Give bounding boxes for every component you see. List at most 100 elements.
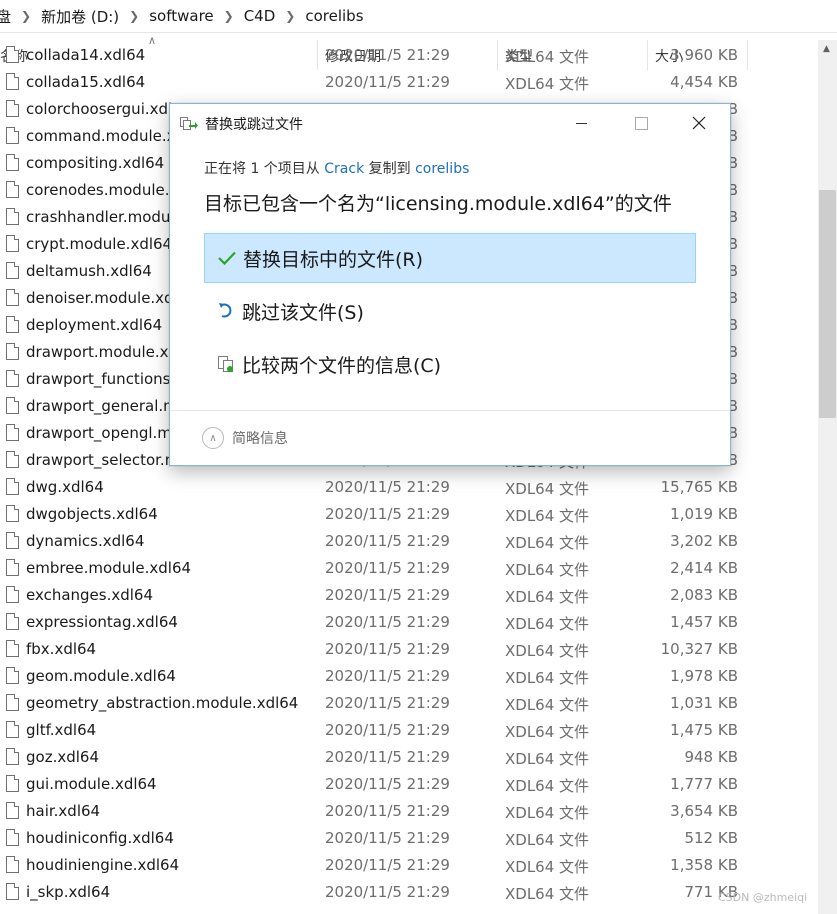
copy-files-icon xyxy=(180,117,198,130)
file-type: XDL64 文件 xyxy=(505,696,590,714)
file-name: collada14.xdl64 xyxy=(26,46,146,64)
close-icon xyxy=(692,116,706,130)
breadcrumb-this-pc[interactable]: 盘 xyxy=(0,6,13,27)
file-size: 1,978 KB xyxy=(670,667,738,685)
conflict-headline: 目标已包含一个名为“licensing.module.xdl64”的文件 xyxy=(204,193,672,215)
file-icon xyxy=(6,721,19,738)
file-icon xyxy=(6,640,19,657)
file-row[interactable]: collada14.xdl64 2020/11/5 21:29 XDL64 文件 3,… xyxy=(0,43,818,70)
file-row[interactable]: goz.xdl64 2020/11/5 21:29 XDL64 文件 948 KB xyxy=(0,745,818,772)
compare-option-label: 比较两个文件的信息(C) xyxy=(242,354,442,377)
file-icon xyxy=(6,694,19,711)
file-name: dynamics.xdl64 xyxy=(26,532,145,550)
file-row[interactable]: dynamics.xdl64 2020/11/5 21:29 XDL64 文件 3,2… xyxy=(0,529,818,556)
vertical-scrollbar[interactable]: ▲ xyxy=(818,40,837,914)
breadcrumb-corelibs[interactable]: corelibs xyxy=(303,7,365,25)
undo-arrow-icon xyxy=(210,302,242,320)
file-name: colorchoosergui.xdl64 xyxy=(26,100,192,118)
file-icon xyxy=(6,343,19,360)
file-type: XDL64 文件 xyxy=(505,480,590,498)
file-type: XDL64 文件 xyxy=(505,48,590,66)
file-type: XDL64 文件 xyxy=(505,750,590,768)
file-row[interactable]: geom.module.xdl64 2020/11/5 21:29 XDL64 文件… xyxy=(0,664,818,691)
file-name: deployment.xdl64 xyxy=(26,316,163,334)
file-row[interactable]: gltf.xdl64 2020/11/5 21:29 XDL64 文件 1,475 K… xyxy=(0,718,818,745)
file-name: geometry_abstraction.module.xdl64 xyxy=(26,694,299,712)
file-size: 10,327 KB xyxy=(660,640,738,658)
file-type: XDL64 文件 xyxy=(505,561,590,579)
file-row[interactable]: fbx.xdl64 2020/11/5 21:29 XDL64 文件 10,327 K… xyxy=(0,637,818,664)
file-row[interactable]: expressiontag.xdl64 2020/11/5 21:29 XDL64 … xyxy=(0,610,818,637)
file-type: XDL64 文件 xyxy=(505,642,590,660)
watermark: CSDN @zhmeiqi xyxy=(718,891,808,904)
more-details-toggle[interactable]: ∧ 简略信息 xyxy=(202,427,288,449)
file-date: 2020/11/5 21:29 xyxy=(325,829,450,847)
file-size: 3,654 KB xyxy=(670,802,738,820)
file-row[interactable]: i_skp.xdl64 2020/11/5 21:29 XDL64 文件 771 KB xyxy=(0,880,818,907)
compare-option[interactable]: 比较两个文件的信息(C) xyxy=(204,339,696,389)
file-type: XDL64 文件 xyxy=(505,885,590,903)
source-folder-link[interactable]: Crack xyxy=(324,161,364,177)
address-bar[interactable]: 盘 ❯ 新加卷 (D:) ❯ software ❯ C4D ❯ corelibs xyxy=(0,0,837,33)
file-date: 2020/11/5 21:29 xyxy=(325,721,450,739)
breadcrumb-c4d[interactable]: C4D xyxy=(242,7,278,25)
file-row[interactable]: geometry_abstraction.module.xdl64 2020/11… xyxy=(0,691,818,718)
replace-option[interactable]: 替换目标中的文件(R) xyxy=(204,233,696,283)
dialog-title: 替换或跳过文件 xyxy=(205,117,303,133)
file-date: 2020/11/5 21:29 xyxy=(325,478,450,496)
file-icon xyxy=(6,667,19,684)
destination-folder-link[interactable]: corelibs xyxy=(415,161,469,177)
minimize-icon xyxy=(575,122,587,124)
file-row[interactable]: hair.xdl64 2020/11/5 21:29 XDL64 文件 3,654 K… xyxy=(0,799,818,826)
file-row[interactable]: collada15.xdl64 2020/11/5 21:29 XDL64 文件 4,… xyxy=(0,70,818,97)
minimize-button[interactable] xyxy=(558,104,604,142)
chevron-right-icon[interactable]: ❯ xyxy=(121,9,147,23)
file-icon xyxy=(6,370,19,387)
chevron-right-icon[interactable]: ❯ xyxy=(216,9,242,23)
file-name: dwg.xdl64 xyxy=(26,478,104,496)
file-icon xyxy=(6,559,19,576)
file-icon xyxy=(6,586,19,603)
file-icon xyxy=(6,127,19,144)
file-row[interactable]: embree.module.xdl64 2020/11/5 21:29 XDL64 … xyxy=(0,556,818,583)
dialog-divider xyxy=(170,410,730,411)
chevron-right-icon[interactable]: ❯ xyxy=(13,9,39,23)
file-name: collada15.xdl64 xyxy=(26,73,146,91)
file-row[interactable]: dwgobjects.xdl64 2020/11/5 21:29 XDL64 文件 1… xyxy=(0,502,818,529)
file-date: 2020/11/5 21:29 xyxy=(325,613,450,631)
file-date: 2020/11/5 21:29 xyxy=(325,667,450,685)
file-name: dwgobjects.xdl64 xyxy=(26,505,158,523)
scroll-up-icon[interactable]: ▲ xyxy=(823,44,830,54)
file-date: 2020/11/5 21:29 xyxy=(325,73,450,91)
breadcrumb-drive[interactable]: 新加卷 (D:) xyxy=(39,6,121,27)
file-icon xyxy=(6,100,19,117)
file-row[interactable]: gui.module.xdl64 2020/11/5 21:29 XDL64 文件 1… xyxy=(0,772,818,799)
dialog-titlebar[interactable]: 替换或跳过文件 xyxy=(170,104,730,142)
file-name: goz.xdl64 xyxy=(26,748,99,766)
file-row[interactable]: houdiniconfig.xdl64 2020/11/5 21:29 XDL64 … xyxy=(0,826,818,853)
breadcrumb-software[interactable]: software xyxy=(147,7,215,25)
file-name: crypt.module.xdl64 xyxy=(26,235,173,253)
file-type: XDL64 文件 xyxy=(505,75,590,93)
skip-option[interactable]: 跳过该文件(S) xyxy=(204,286,696,336)
file-date: 2020/11/5 21:29 xyxy=(325,532,450,550)
file-icon xyxy=(6,532,19,549)
chevron-right-icon[interactable]: ❯ xyxy=(277,9,303,23)
file-type: XDL64 文件 xyxy=(505,804,590,822)
file-row[interactable]: houdiniengine.xdl64 2020/11/5 21:29 XDL64 … xyxy=(0,853,818,880)
file-icon xyxy=(6,883,19,900)
file-date: 2020/11/5 21:29 xyxy=(325,856,450,874)
file-name: deltamush.xdl64 xyxy=(26,262,152,280)
file-type: XDL64 文件 xyxy=(505,507,590,525)
scrollbar-thumb[interactable] xyxy=(819,190,836,418)
file-name: embree.module.xdl64 xyxy=(26,559,192,577)
copy-middle: 复制到 xyxy=(364,161,416,177)
maximize-button[interactable] xyxy=(618,104,664,142)
file-row[interactable]: dwg.xdl64 2020/11/5 21:29 XDL64 文件 15,765 K… xyxy=(0,475,818,502)
file-date: 2020/11/5 21:29 xyxy=(325,505,450,523)
file-type: XDL64 文件 xyxy=(505,831,590,849)
close-button[interactable] xyxy=(676,104,722,142)
copy-progress-text: 正在将 1 个项目从 Crack 复制到 corelibs xyxy=(204,158,469,178)
file-row[interactable]: exchanges.xdl64 2020/11/5 21:29 XDL64 文件 2,… xyxy=(0,583,818,610)
more-details-label: 简略信息 xyxy=(232,431,288,447)
